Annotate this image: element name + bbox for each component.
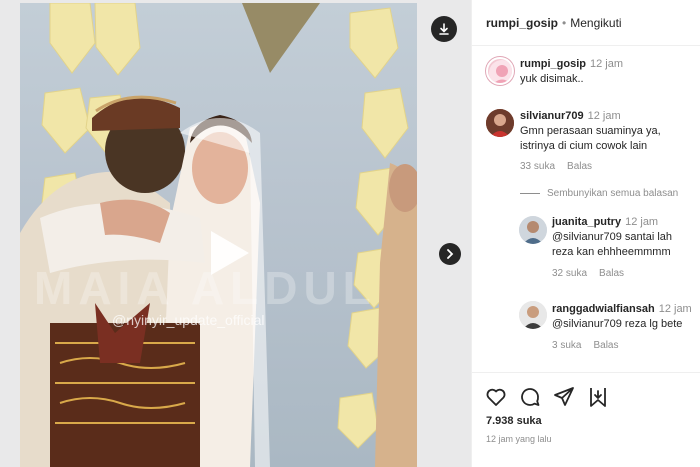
avatar-image — [486, 109, 514, 137]
reply-username[interactable]: ranggadwialfiansah — [552, 303, 655, 315]
reply-button[interactable]: Balas — [567, 161, 592, 172]
post-actions: 7.938 suka 12 jam yang lalu — [472, 372, 700, 467]
play-icon[interactable] — [197, 223, 257, 283]
comment-meta: silvianur709 12 jam — [520, 110, 621, 122]
avatar[interactable] — [486, 109, 514, 137]
divider — [520, 193, 540, 194]
reply-text-line: @silvianur709 reza lg bete — [552, 318, 683, 330]
reply-text-line: @silvianur709 santai lah — [552, 231, 673, 243]
avatar[interactable] — [519, 216, 547, 244]
header-username[interactable]: rumpi_gosip — [486, 16, 558, 30]
comment-text-line: Gmn perasaan suaminya ya, — [520, 125, 661, 137]
post-header: rumpi_gosip • Mengikuti — [472, 0, 700, 46]
comments-panel: rumpi_gosip • Mengikuti rumpi_gosip 12 ja… — [471, 0, 700, 467]
comment-actions: 33 suka Balas — [520, 161, 592, 172]
comment-time: 12 jam — [587, 110, 621, 122]
avatar-image — [519, 216, 547, 244]
save-icon[interactable] — [586, 385, 610, 409]
avatar[interactable] — [519, 301, 547, 329]
like-count[interactable]: 7.938 suka — [486, 415, 542, 427]
comment-icon[interactable] — [518, 385, 542, 409]
hide-replies-button[interactable]: Sembunyikan semua balasan — [547, 188, 678, 199]
video-watermark: @nyinyir_update_official — [112, 312, 265, 328]
reply-time: 12 jam — [658, 303, 692, 315]
comment-text-line: istrinya di cium cowok lain — [520, 140, 648, 152]
download-icon — [439, 23, 449, 35]
caption-text: yuk disimak.. — [520, 73, 584, 85]
caption-meta: rumpi_gosip 12 jam — [520, 58, 623, 70]
reply-button[interactable]: Balas — [599, 268, 624, 279]
video-player[interactable]: MAIA ALDUL @nyinyir_update_official — [20, 3, 417, 467]
reply-username[interactable]: juanita_putry — [552, 216, 621, 228]
share-icon[interactable] — [552, 385, 576, 409]
post-timestamp: 12 jam yang lalu — [486, 434, 552, 444]
comment-username[interactable]: silvianur709 — [520, 110, 584, 122]
avatar-image — [519, 301, 547, 329]
reply-text-line: reza kan ehhheemmmm — [552, 246, 671, 258]
caption-time: 12 jam — [590, 58, 624, 70]
comment-likes[interactable]: 33 suka — [520, 161, 555, 172]
caption-username[interactable]: rumpi_gosip — [520, 58, 586, 70]
reply-time: 12 jam — [625, 216, 659, 228]
avatar-image — [489, 60, 512, 83]
header-separator: • — [562, 15, 567, 30]
follow-status-button[interactable]: Mengikuti — [570, 16, 621, 30]
download-button[interactable] — [431, 16, 457, 42]
chevron-right-icon — [447, 249, 454, 259]
reply-button[interactable]: Balas — [593, 340, 618, 351]
reply-likes[interactable]: 32 suka — [552, 268, 587, 279]
reply-meta: ranggadwialfiansah 12 jam — [552, 303, 692, 315]
heart-icon[interactable] — [484, 385, 508, 409]
reply-actions: 32 suka Balas — [552, 268, 624, 279]
reply-actions: 3 suka Balas — [552, 340, 618, 351]
avatar[interactable] — [486, 57, 514, 85]
next-media-button[interactable] — [439, 243, 461, 265]
reply-meta: juanita_putry 12 jam — [552, 216, 658, 228]
reply-likes[interactable]: 3 suka — [552, 340, 581, 351]
